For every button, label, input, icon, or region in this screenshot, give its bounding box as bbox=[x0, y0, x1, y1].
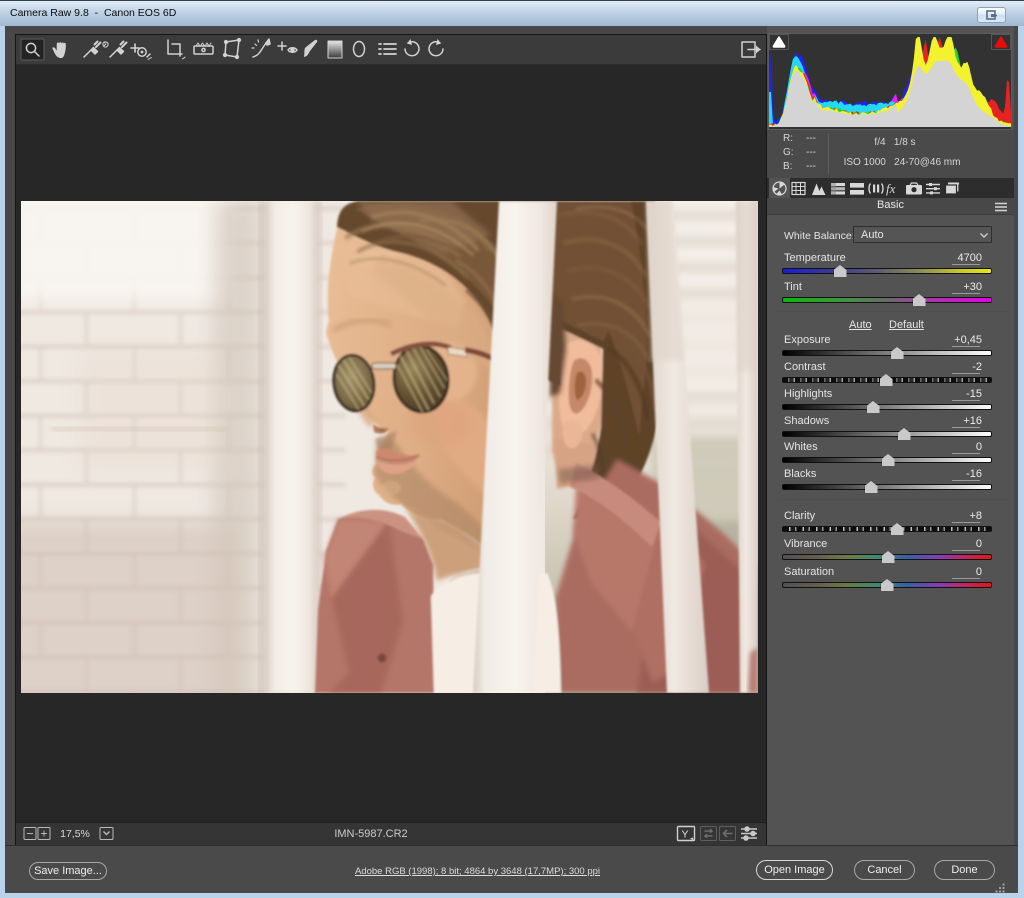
svg-text:17,5%: 17,5% bbox=[60, 828, 90, 840]
svg-text:fx: fx bbox=[886, 181, 896, 196]
svg-text:IMN-5987.CR2: IMN-5987.CR2 bbox=[334, 828, 407, 840]
svg-text:Y: Y bbox=[681, 829, 688, 841]
